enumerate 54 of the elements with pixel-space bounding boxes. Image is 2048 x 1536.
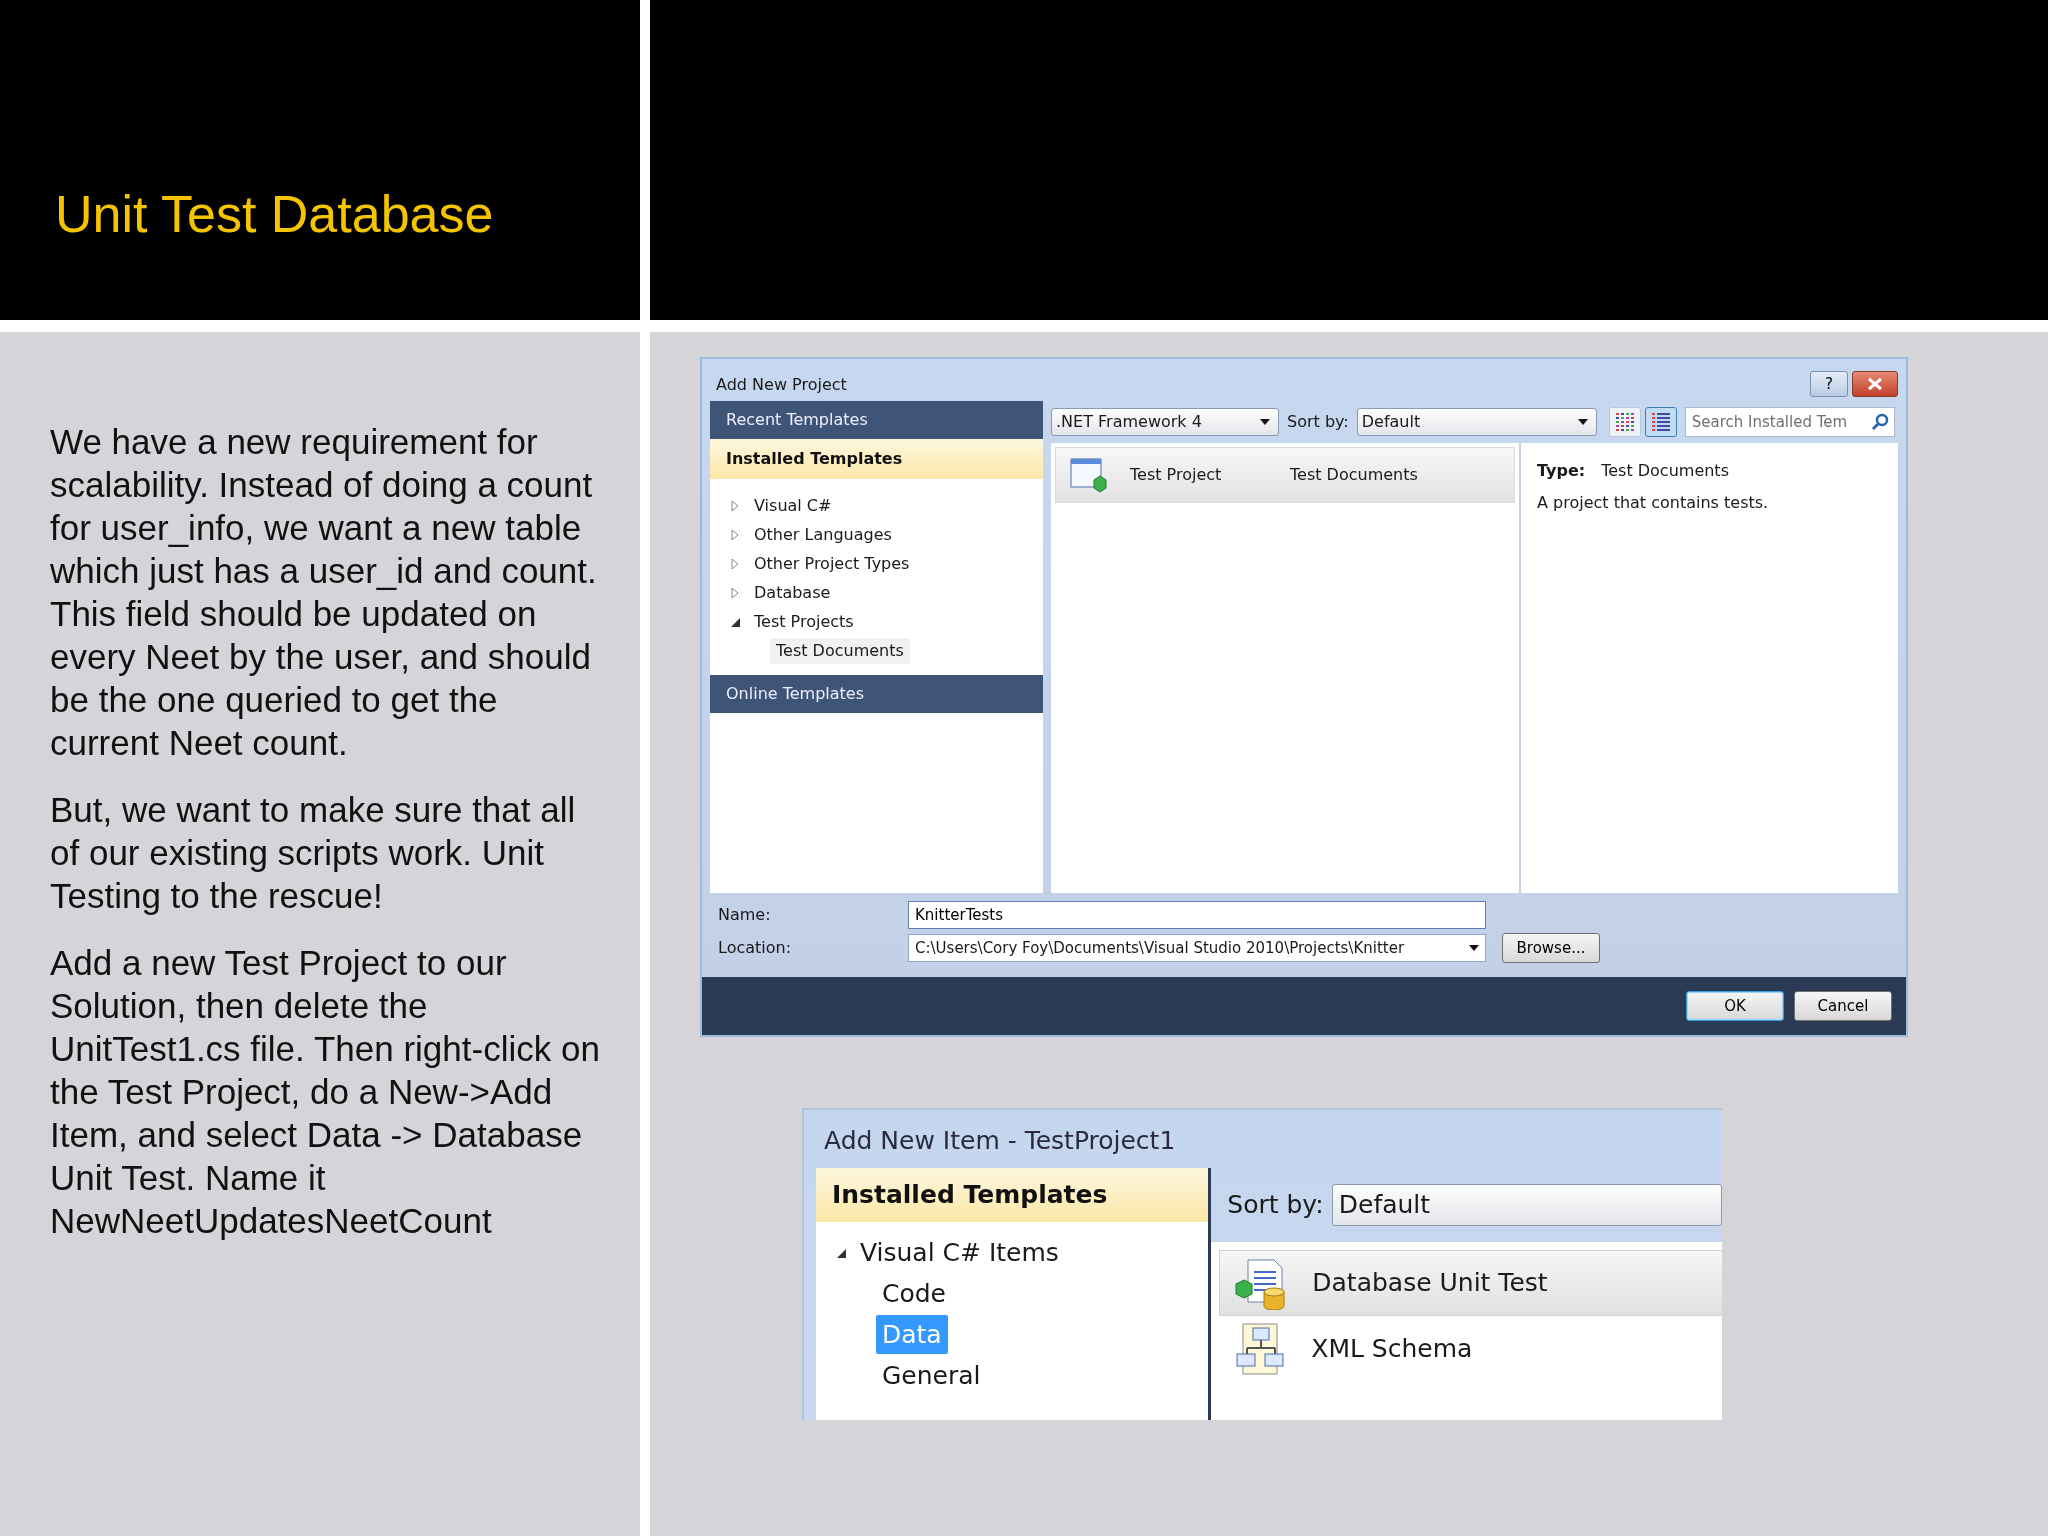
view-button[interactable] [1608,407,1641,437]
caret-icon [1469,945,1479,951]
slide-title: Unit Test Database [54,184,495,240]
description: A project that contains tests. [1537,492,1770,514]
tree-item[interactable]: Other Languages [748,521,898,548]
dialog-title: Add New Item - TestProject1 [824,1125,1176,1158]
location-label: Location: [718,937,793,959]
grid-icon [1613,411,1636,433]
close-icon [1867,377,1883,391]
caret-icon [1260,419,1270,425]
location-dropdown[interactable]: C:\Users\Cory Foy\Documents\Visual Studio 2010\Projects\Knitter [908,934,1486,962]
dialog-title: Add New Project [716,374,848,396]
tree-item[interactable]: Code [876,1273,952,1314]
view-button[interactable] [1644,407,1677,437]
name-field[interactable]: KnitterTests [908,901,1486,929]
tree-item[interactable]: Test Documents [770,637,910,664]
window-icon [1068,456,1108,494]
sort-dropdown[interactable]: Default [1356,408,1597,436]
sort-label: Sort by: [1287,411,1349,433]
section-header[interactable]: Installed Templates [816,1168,1209,1222]
template-item[interactable]: XML Schema [1219,1316,1722,1382]
template-name: Test Project [1130,464,1223,486]
template-item[interactable]: Database Unit Test [1219,1250,1722,1316]
tree-item[interactable]: Database [748,579,837,606]
list-icon [1649,411,1672,433]
section-header[interactable]: Online Templates [710,675,1043,713]
tree-item[interactable]: Visual C# Items [854,1232,1065,1273]
cancel-button[interactable]: Cancel [1794,991,1892,1021]
template-item[interactable]: Test Project Test Documents [1055,447,1515,503]
caret-icon [1577,419,1588,425]
framework-dropdown[interactable]: .NET Framework 4 [1051,408,1279,436]
browse-button[interactable]: Browse... [1502,933,1600,963]
help-button[interactable]: ? [1810,371,1848,397]
paragraph: But, we want to make sure that all of our existing scripts work. Unit Testing to the rescue! [50,789,577,917]
tree-item[interactable]: Visual C# [748,492,838,519]
template-category: Test Documents [1290,464,1418,486]
paragraph: We have a new requirement for scalability. Instead of doing a count for user_info, we want a new table which just has a user_id and count. This field should be updated on every Neet by the user, and should be the one queried to get the current Neet count. [50,421,598,764]
template-name: Database Unit Test [1312,1267,1548,1300]
type-value: Test Documents [1601,460,1729,482]
search-field[interactable]: Search Installed Tem [1684,407,1895,437]
search-icon [1870,413,1889,431]
ok-button[interactable]: OK [1686,991,1784,1021]
close-button[interactable] [1852,371,1898,397]
sort-dropdown[interactable]: Default [1331,1184,1722,1226]
tree-item[interactable]: Other Project Types [748,550,916,577]
sort-label: Sort by: [1227,1189,1324,1222]
type-label: Type: [1537,460,1586,482]
paragraph: Add a new Test Project to our Solution, then delete the UnitTest1.cs file. Then right-click on the Test Project, do a New->Add Item, and select Data -> Database Unit Test. Name it NewNeetUpdatesNeetCount [50,942,600,1242]
section-header[interactable]: Installed Templates [710,439,1043,479]
tree-item[interactable]: Test Projects [748,608,860,635]
name-label: Name: [718,904,772,926]
tree-item[interactable]: General [876,1355,987,1396]
template-name: XML Schema [1311,1333,1473,1366]
section-header[interactable]: Recent Templates [710,401,1043,439]
